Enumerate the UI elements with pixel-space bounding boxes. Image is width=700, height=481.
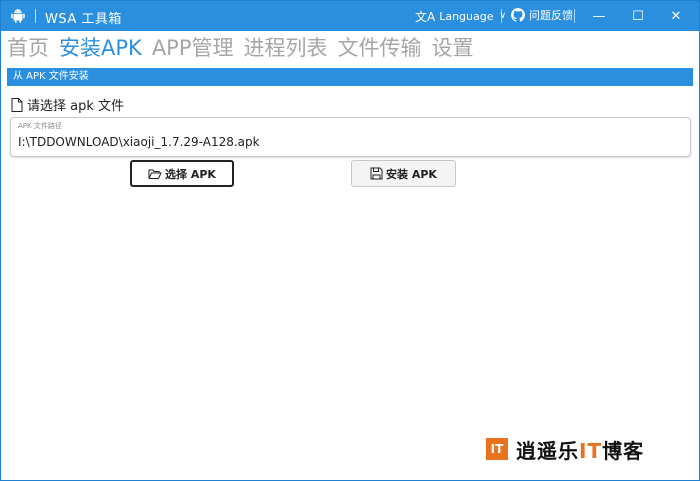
tab-file-transfer[interactable]: 文件传输 (338, 32, 422, 62)
language-selector[interactable]: 文A Language ∨ (415, 7, 506, 25)
select-apk-button[interactable]: 选择 APK (130, 160, 234, 187)
feedback-link[interactable]: 问题反馈 (511, 7, 573, 23)
toolbar-separator (574, 9, 575, 23)
android-icon (11, 9, 25, 23)
tab-app-manage[interactable]: APP管理 (152, 32, 234, 62)
save-icon (370, 167, 383, 180)
github-icon (511, 8, 525, 22)
choose-file-label: 请选择 apk 文件 (27, 99, 125, 114)
choose-file-row: 请选择 apk 文件 (11, 95, 124, 114)
tab-home[interactable]: 首页 (7, 32, 49, 62)
nav-tabs: 首页 安装APK APP管理 进程列表 文件传输 设置 (7, 31, 474, 63)
install-apk-label: 安装 APK (386, 167, 437, 181)
title-separator (35, 9, 36, 23)
watermark-logo: IT (486, 438, 508, 460)
toolbar-separator (501, 9, 502, 23)
select-apk-label: 选择 APK (165, 167, 216, 181)
apk-path-label: APK 文件路径 (18, 122, 62, 130)
feedback-label: 问题反馈 (529, 9, 573, 22)
watermark: IT 逍遥乐IT博客 (486, 435, 644, 463)
section-header: 从 APK 文件安装 (7, 68, 693, 86)
file-icon (11, 97, 23, 112)
install-apk-button[interactable]: 安装 APK (351, 160, 456, 187)
translate-icon: 文A (415, 9, 436, 24)
tab-install-apk[interactable]: 安装APK (59, 32, 142, 62)
language-label: Language (439, 9, 494, 23)
folder-open-icon (148, 169, 162, 179)
watermark-text: 逍遥乐IT博客 (516, 438, 645, 463)
tab-settings[interactable]: 设置 (432, 32, 474, 62)
title-bar: WSA 工具箱 文A Language ∨ 问题反馈 — ☐ ✕ (1, 1, 699, 31)
window-title: WSA 工具箱 (45, 12, 122, 27)
tab-process-list[interactable]: 进程列表 (244, 32, 328, 62)
apk-path-input[interactable] (18, 135, 678, 149)
close-button[interactable]: ✕ (653, 1, 699, 31)
app-window: WSA 工具箱 文A Language ∨ 问题反馈 — ☐ ✕ 首页 安装AP… (0, 0, 700, 481)
apk-path-field[interactable]: APK 文件路径 (10, 117, 691, 157)
